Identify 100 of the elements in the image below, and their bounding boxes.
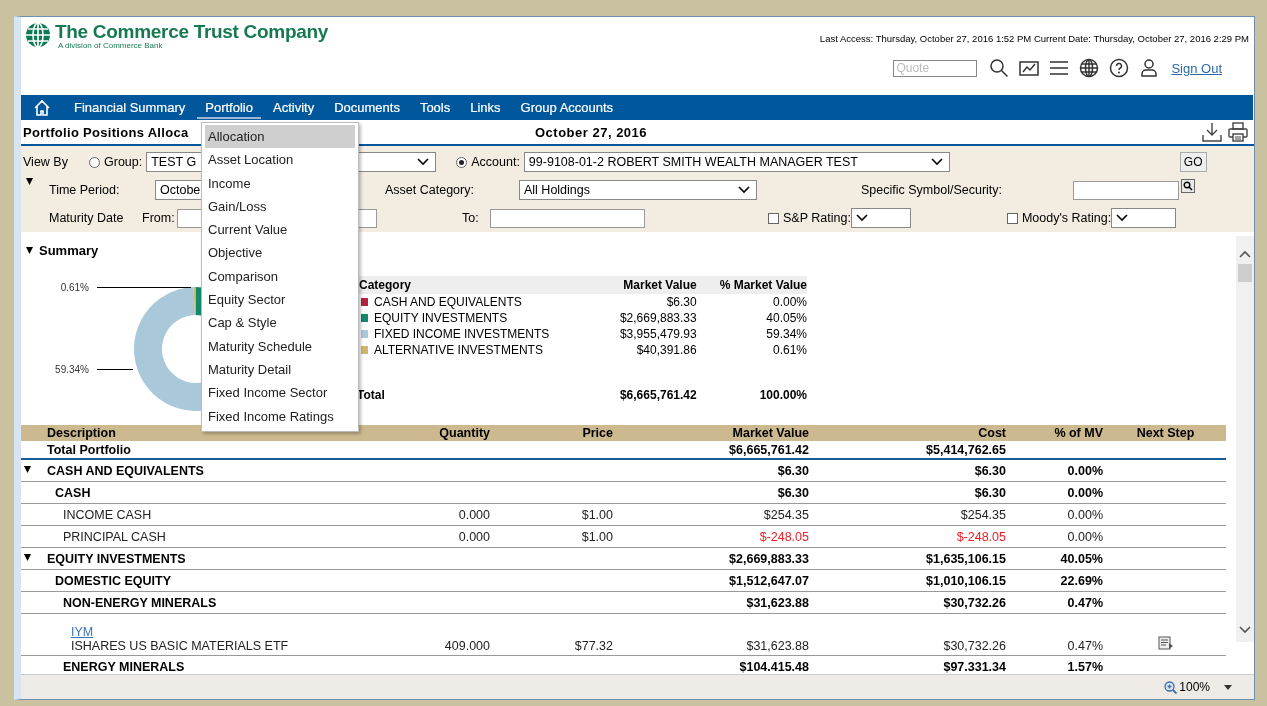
page-date: October 27, 2016 <box>535 124 648 140</box>
scroll-thumb[interactable] <box>1238 264 1252 282</box>
home-icon[interactable] <box>33 98 51 117</box>
field-label: Moody's Rating: <box>1021 211 1112 225</box>
dropdown-field[interactable] <box>1111 208 1177 228</box>
field-label: S&P Rating: <box>783 211 851 225</box>
expand-icon[interactable] <box>25 245 34 255</box>
menu-item[interactable]: Objective <box>205 241 355 265</box>
search-icon[interactable] <box>989 58 1010 78</box>
field-label: From: <box>142 211 176 225</box>
expand-icon[interactable] <box>23 553 32 562</box>
go-button[interactable]: GO <box>1179 152 1207 172</box>
percent-value: 59.34% <box>766 327 807 341</box>
nav-tab[interactable]: Group Accounts <box>512 96 622 119</box>
column-header: Category <box>357 276 600 294</box>
menu-item[interactable]: Fixed Income Sector <box>205 381 355 405</box>
table-cell: 0.000 <box>458 529 490 544</box>
expand-icon[interactable] <box>25 177 34 186</box>
chevron-down-icon <box>930 158 943 166</box>
table-cell: 0.47% <box>1067 595 1103 610</box>
table-cell: $31,623.88 <box>746 639 809 653</box>
menu-item[interactable]: Income <box>205 171 355 195</box>
menu-item[interactable]: Maturity Schedule <box>205 334 355 358</box>
chart-label: 0.61% <box>60 282 89 293</box>
table-cell: PRINCIPAL CASH <box>63 529 166 544</box>
column-header: Next Step <box>1136 426 1195 440</box>
menu-item[interactable]: Allocation <box>205 125 355 149</box>
percent-value: 40.05% <box>766 311 807 325</box>
chevron-down-icon <box>417 158 430 166</box>
table-cell: $6.30 <box>777 485 809 500</box>
date-field[interactable] <box>490 208 645 228</box>
scroll-up-icon[interactable] <box>1239 250 1251 258</box>
column-header: Cost <box>978 426 1006 440</box>
print-icon[interactable] <box>1228 122 1248 142</box>
table-cell: $-248.05 <box>956 529 1006 544</box>
total-label: Total Portfolio <box>47 442 131 457</box>
table-cell: $254.35 <box>960 507 1006 522</box>
menu-item[interactable]: Maturity Detail <box>205 357 355 382</box>
market-value: $6,665,761.42 <box>619 388 697 402</box>
field-label: Account: <box>471 155 520 169</box>
menu-item[interactable]: Comparison <box>205 264 355 289</box>
table-cell: DOMESTIC EQUITY <box>55 573 171 588</box>
nav-tab[interactable]: Portfolio <box>197 96 261 119</box>
sign-out-link[interactable]: Sign Out <box>1171 60 1222 76</box>
total-label: Total <box>357 388 385 402</box>
scrollbar[interactable] <box>1236 236 1254 642</box>
nav-tab[interactable]: Tools <box>411 96 459 119</box>
nav-tab[interactable]: Activity <box>264 96 323 119</box>
menu-item[interactable]: Gain/Loss <box>205 194 355 219</box>
table-cell: $254.35 <box>763 507 809 522</box>
globe-logo-icon <box>25 22 51 48</box>
table-cell: $1.00 <box>581 529 613 544</box>
table-cell: NON-ENERGY MINERALS <box>63 595 217 610</box>
category-name: CASH AND EQUIVALENTS <box>374 295 522 309</box>
field-label: Specific Symbol/Security: <box>861 183 1004 197</box>
table-cell-text: ISHARES US BASIC MATERIALS ETF <box>71 639 290 653</box>
table-cell: 0.00% <box>1067 529 1103 544</box>
dropdown-field[interactable]: 99-9108-01-2 ROBERT SMITH WEALTH MANAGER TEST <box>523 152 950 172</box>
table-cell: $1,512,647.07 <box>729 573 809 588</box>
checkbox[interactable] <box>768 212 779 224</box>
nav-tab[interactable]: Financial Summary <box>66 96 194 119</box>
menu-item[interactable]: Fixed Income Ratings <box>205 404 355 428</box>
access-info: Last Access: Thursday, October 27, 2016 1:52 PM Current Date: Thursday, October 27, 2016 2:29 PM <box>819 32 1250 44</box>
chart-icon[interactable] <box>1019 58 1040 78</box>
table-cell: $31,623.88 <box>746 595 809 610</box>
document-icon[interactable] <box>1157 636 1174 650</box>
table-cell: $1,010,106.15 <box>926 573 1006 588</box>
scroll-down-icon[interactable] <box>1239 626 1251 634</box>
download-icon[interactable] <box>1202 122 1222 142</box>
search-button[interactable] <box>1181 179 1195 193</box>
dropdown-field[interactable]: All Holdings <box>519 180 757 200</box>
menu-item[interactable]: Current Value <box>205 218 355 242</box>
menu-item[interactable]: Cap & Style <box>205 311 355 335</box>
radio-button[interactable] <box>456 156 468 168</box>
column-header: % of MV <box>1054 426 1103 440</box>
table-cell: 0.00% <box>1067 507 1103 522</box>
zoom-icon[interactable] <box>1164 680 1178 694</box>
symbol-link[interactable]: IYM <box>71 625 94 639</box>
menu-item[interactable]: Equity Sector <box>205 288 355 312</box>
dropdown-field[interactable] <box>850 208 911 228</box>
quote-field[interactable]: Quote <box>893 59 978 77</box>
table-cell: $2,669,883.33 <box>729 551 809 566</box>
column-header: Description <box>47 426 116 440</box>
column-header: Quantity <box>439 426 490 440</box>
field-label: To: <box>462 211 480 225</box>
market-value: $2,669,883.33 <box>619 311 697 325</box>
menu-icon[interactable] <box>1049 58 1070 78</box>
chevron-down-icon <box>855 214 868 222</box>
checkbox[interactable] <box>1006 212 1018 224</box>
globe-icon[interactable] <box>1079 58 1100 78</box>
company-tagline: A division of Commerce Bank <box>57 42 164 50</box>
symbol-field[interactable] <box>1073 180 1179 200</box>
nav-tab[interactable]: Links <box>462 96 509 119</box>
expand-icon[interactable] <box>23 465 32 474</box>
zoom-level: 100% <box>1179 680 1210 694</box>
radio-button[interactable] <box>89 156 100 168</box>
nav-tab[interactable]: Documents <box>326 96 408 119</box>
help-icon[interactable] <box>1109 58 1130 78</box>
caret-icon[interactable] <box>1224 684 1232 690</box>
user-icon[interactable] <box>1139 58 1160 78</box>
